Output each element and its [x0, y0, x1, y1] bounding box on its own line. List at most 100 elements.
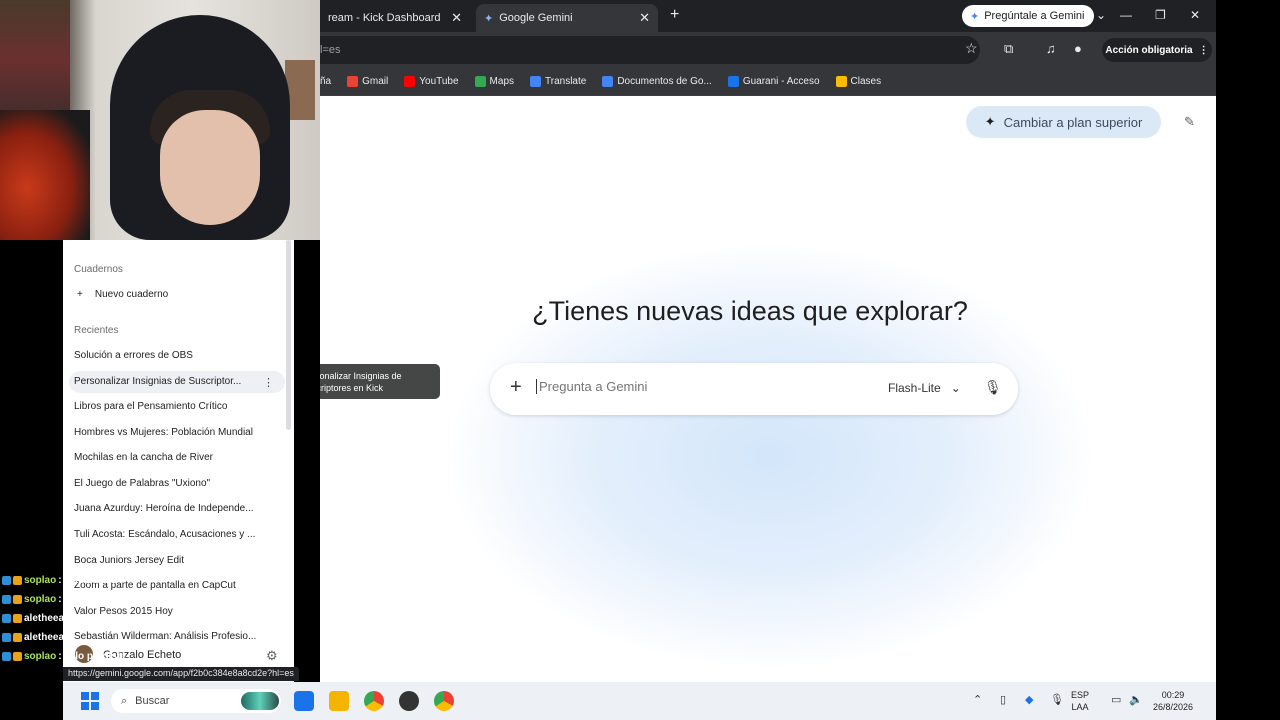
badge-icon: [2, 576, 11, 585]
network-icon[interactable]: ▭: [1111, 693, 1121, 706]
tab-title: ream - Kick Dashboard: [328, 12, 441, 24]
gemini-sparkle-icon: ✦: [484, 12, 494, 25]
chat-message: aletheea:: [2, 632, 71, 643]
bookmark-maps[interactable]: Maps: [474, 76, 514, 87]
guarani-icon: [727, 76, 739, 87]
more-vert-icon[interactable]: ⋮: [263, 376, 274, 389]
chrome-icon[interactable]: [434, 691, 454, 711]
address-bar[interactable]: l=es: [320, 36, 980, 64]
file-explorer-icon[interactable]: [329, 691, 349, 711]
model-label: Flash-Lite: [888, 381, 941, 395]
recent-chat-item[interactable]: Sebastián Wilderman: Análisis Profesio..…: [74, 631, 274, 639]
bookmark-gmail[interactable]: Gmail: [347, 76, 388, 87]
close-window-icon[interactable]: ✕: [1190, 8, 1200, 22]
badge-icon: [2, 595, 11, 604]
media-control-icon[interactable]: ♫: [1046, 41, 1056, 56]
gemini-sidebar: Cuadernos + Nuevo cuaderno Recientes Sol…: [63, 240, 294, 682]
docs-icon: [602, 76, 614, 87]
recent-chat-item[interactable]: Mochilas en la cancha de River: [74, 452, 274, 463]
recent-chat-item[interactable]: Solución a errores de OBS: [74, 350, 274, 361]
mic-tray-icon[interactable]: 🎙: [1050, 693, 1064, 706]
chat-user: soplao: [24, 594, 57, 605]
add-icon[interactable]: +: [510, 376, 522, 399]
gear-icon[interactable]: ⚙: [266, 648, 278, 664]
windows-taskbar: ⌕ Buscar ⌃ ▯ ◆ 🎙 ESP LAA ▭ 🔈 00:29 26/8/…: [63, 682, 1216, 720]
chat-user: aletheea: [24, 632, 65, 643]
restore-icon[interactable]: ❐: [1155, 8, 1166, 22]
date-label: 26/8/2026: [1153, 702, 1194, 712]
tab-kick-dashboard[interactable]: ream - Kick Dashboard ✕: [320, 4, 470, 32]
search-placeholder: Buscar: [135, 695, 170, 707]
chat-message: aletheea:: [2, 613, 71, 624]
recent-chat-item[interactable]: Juana Azurduy: Heroína de Independe...: [74, 503, 274, 514]
webcam-overlay: [0, 0, 320, 240]
clock[interactable]: 00:29 26/8/2026: [1153, 689, 1193, 713]
edit-icon[interactable]: ✎: [1184, 114, 1195, 130]
chat-user: aletheea: [24, 613, 65, 624]
store-icon[interactable]: [294, 691, 314, 711]
recent-chat-item[interactable]: Valor Pesos 2015 Hoy: [74, 606, 274, 617]
minimize-icon[interactable]: —: [1120, 8, 1132, 22]
microphone-icon[interactable]: 🎙: [984, 379, 1002, 396]
tooltip: Personalizar Insignias de Suscriptores e…: [320, 364, 440, 399]
sidebar-scrollbar[interactable]: [286, 240, 291, 430]
bookmark-star-icon[interactable]: ☆: [965, 40, 978, 57]
chat-text: te lo perdiste: [63, 651, 126, 662]
recent-chat-item[interactable]: Hombres vs Mujeres: Población Mundial: [74, 427, 274, 438]
new-tab-button[interactable]: +: [670, 6, 679, 24]
bookmark-item[interactable]: ña: [320, 76, 331, 87]
page-headline: ¿Tienes nuevas ideas que explorar?: [532, 296, 968, 326]
status-bar-url: https://gemini.google.com/app/f2b0c384e8…: [63, 667, 299, 681]
bookmark-guarani[interactable]: Guarani - Acceso: [727, 76, 820, 87]
gmail-icon: [347, 76, 359, 87]
taskbar-search[interactable]: ⌕ Buscar: [111, 689, 281, 713]
bookmark-youtube[interactable]: YouTube: [404, 76, 459, 87]
prompt-input[interactable]: [536, 379, 836, 394]
bookmark-translate[interactable]: Translate: [530, 76, 586, 87]
language-indicator[interactable]: ESP LAA: [1071, 689, 1089, 713]
bookmark-label: Guarani - Acceso: [742, 76, 820, 87]
chat-message: soplao: CAMBIAZO: [2, 575, 117, 586]
chat-message: soplao: CAMBIAZO: [2, 594, 117, 605]
close-icon[interactable]: ✕: [451, 10, 462, 26]
bookmark-docs[interactable]: Documentos de Go...: [602, 76, 712, 87]
time-label: 00:29: [1161, 690, 1185, 700]
subscriber-badge-icon: [13, 652, 22, 661]
usb-icon[interactable]: ▯: [1000, 693, 1006, 706]
app-tray-icon[interactable]: ◆: [1025, 693, 1033, 706]
chrome-icon[interactable]: [364, 691, 384, 711]
windows-start-icon[interactable]: [81, 692, 99, 710]
close-icon[interactable]: ✕: [639, 10, 650, 26]
youtube-icon: [404, 76, 416, 87]
webcam-gaming-chair: [0, 110, 90, 240]
volume-icon[interactable]: 🔈: [1129, 693, 1143, 706]
tab-google-gemini[interactable]: ✦ Google Gemini ✕: [476, 4, 658, 32]
language-label: ESP: [1071, 690, 1090, 700]
recent-chat-item[interactable]: Personalizar Insignias de Suscriptor...: [74, 376, 254, 387]
recent-chat-item[interactable]: Boca Juniors Jersey Edit: [74, 555, 274, 566]
action-required-button[interactable]: Acción obligatoria ⋮: [1102, 38, 1212, 62]
upgrade-plan-label: Cambiar a plan superior: [1003, 114, 1143, 130]
chat-message: soplao: te lo perdiste: [2, 651, 126, 662]
bookmark-label: Translate: [545, 76, 587, 87]
chat-text: CAMBIAZO: [63, 575, 118, 586]
tab-search-chevron-icon[interactable]: ⌄: [1096, 8, 1106, 22]
profile-avatar-icon[interactable]: ●: [1074, 41, 1082, 56]
model-selector[interactable]: Flash-Lite ⌄: [888, 381, 961, 395]
bookmark-clases[interactable]: Clases: [835, 76, 881, 87]
obs-icon[interactable]: [399, 691, 419, 711]
action-required-label: Acción obligatoria: [1105, 44, 1193, 56]
recent-chat-item[interactable]: Libros para el Pensamiento Crítico: [74, 401, 274, 412]
ask-gemini-button[interactable]: ✦ Pregúntale a Gemini: [962, 5, 1094, 27]
recent-chat-item[interactable]: El Juego de Palabras "Uxiono": [74, 478, 274, 489]
upgrade-plan-button[interactable]: ✦ Cambiar a plan superior: [966, 106, 1161, 138]
new-notebook-button[interactable]: + Nuevo cuaderno: [77, 289, 168, 300]
chevron-up-icon[interactable]: ⌃: [973, 693, 982, 706]
browser-tab-bar: ream - Kick Dashboard ✕ ✦ Google Gemini …: [320, 0, 1216, 32]
subscriber-badge-icon: [13, 576, 22, 585]
extensions-icon[interactable]: ⧉: [1004, 41, 1013, 57]
subscriber-badge-icon: [13, 614, 22, 623]
tab-title: Google Gemini: [499, 12, 573, 24]
search-highlight-art: [241, 692, 279, 710]
recent-chat-item[interactable]: Tuli Acosta: Escándalo, Acusaciones y ..…: [74, 529, 274, 540]
